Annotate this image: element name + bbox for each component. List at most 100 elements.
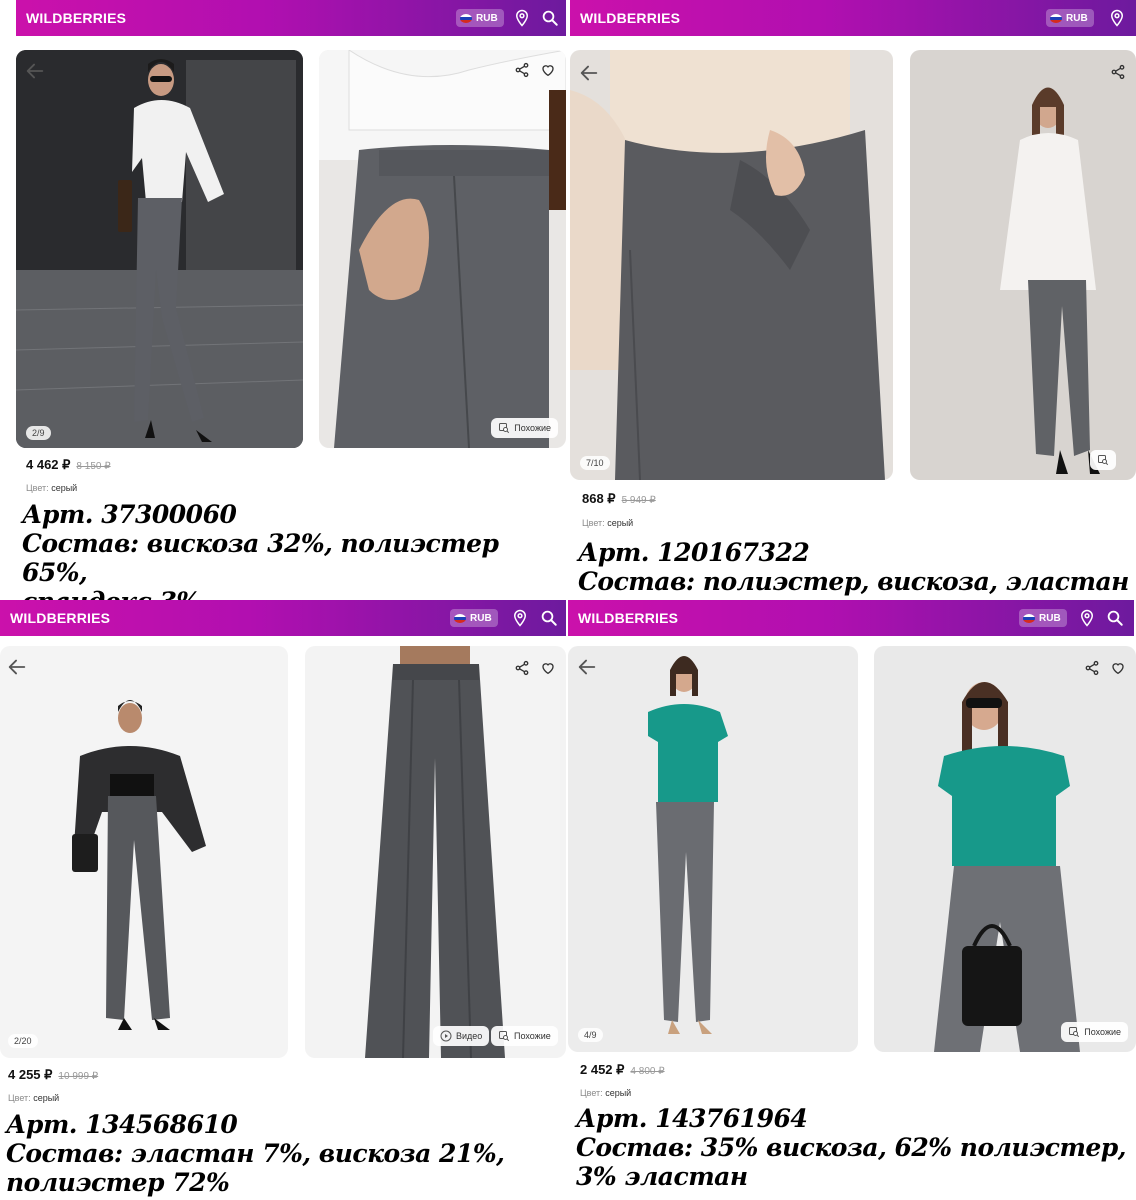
price: 4 255 ₽ 10 999 ₽	[8, 1067, 98, 1083]
model-studio-photo	[910, 50, 1136, 480]
heart-icon[interactable]	[540, 660, 556, 676]
similar-search-icon	[498, 1030, 510, 1042]
composition-line-2: спандекс 3%	[22, 587, 562, 600]
share-icon[interactable]	[514, 660, 530, 676]
similar-button[interactable]: Похожие	[491, 1026, 558, 1046]
product-card-1: WILDBERRIES RUB 2/9 Похожие 4 462 ₽ 8 15…	[0, 0, 566, 600]
model-street-photo	[16, 50, 303, 448]
product-card-2: WILDBERRIES RUB 7/10 868 ₽5 949 ₽ Цвет: …	[568, 0, 1136, 600]
product-photo-detail[interactable]: Похожие	[319, 50, 566, 448]
color-label: Цвет:	[26, 483, 49, 493]
composition-line-1: Состав: 35% вискоза, 62% полиэстер,	[576, 1133, 1126, 1162]
color-value: серый	[607, 518, 634, 528]
composition-line-2: 3% эластан	[576, 1162, 748, 1191]
composition-line-1: Состав: полиэстер, вискоза, эластан	[578, 567, 1129, 596]
photo-actions	[1084, 660, 1126, 676]
wildberries-logo[interactable]: WILDBERRIES	[26, 10, 126, 26]
currency-label: RUB	[470, 612, 492, 624]
location-pin-icon[interactable]	[513, 9, 531, 27]
product-card-3: WILDBERRIES RUB 2/20 Видео Похожие 4 255…	[0, 600, 566, 1200]
current-price: 868 ₽	[582, 491, 616, 506]
trousers-closeup-photo	[319, 50, 566, 448]
model-studio-photo	[568, 646, 858, 1052]
share-icon[interactable]	[1084, 660, 1100, 676]
similar-button[interactable]: Похожие	[491, 418, 558, 438]
old-price: 5 949 ₽	[621, 495, 656, 506]
price: 868 ₽ 5 949 ₽	[582, 491, 656, 507]
app-header: WILDBERRIES RUB	[568, 600, 1134, 636]
currency-selector[interactable]: RUB	[450, 609, 498, 627]
product-photo-detail[interactable]: 7/10	[570, 50, 893, 480]
gallery-counter: 2/20	[8, 1034, 38, 1048]
product-photo-main[interactable]: 2/9	[16, 50, 303, 448]
handwritten-note: Арт. 37300060 Состав: вискоза 32%, полиэ…	[22, 500, 562, 600]
location-pin-icon[interactable]	[1078, 609, 1096, 627]
current-price: 2 452 ₽	[580, 1062, 625, 1077]
color-info: Цвет: серый	[582, 518, 633, 528]
composition-line-1: Состав: эластан 7%, вискоза 21%,	[6, 1139, 505, 1168]
arrow-left-icon[interactable]	[578, 62, 600, 84]
search-icon[interactable]	[541, 9, 559, 27]
video-button[interactable]: Видео	[433, 1026, 490, 1046]
product-photo-main[interactable]: 4/9	[568, 646, 858, 1052]
article-number: Арт. 37300060	[22, 500, 237, 529]
handwritten-note: Арт. 120167322 Состав: полиэстер, вискоз…	[578, 538, 1134, 596]
product-card-4: WILDBERRIES RUB 4/9 Похожие 2 452 ₽ 4 80…	[568, 600, 1136, 1200]
currency-label: RUB	[476, 12, 498, 24]
similar-button[interactable]: Похожие	[1061, 1022, 1128, 1042]
current-price: 4 462 ₽	[26, 457, 71, 472]
similar-search-icon	[1097, 454, 1109, 466]
article-number: Арт. 120167322	[578, 538, 810, 567]
wildberries-logo[interactable]: WILDBERRIES	[578, 610, 678, 626]
product-photo-main[interactable]: 2/20	[0, 646, 288, 1058]
photo-actions	[1110, 64, 1126, 80]
wide-trousers-photo	[305, 646, 566, 1058]
color-value: серый	[51, 483, 78, 493]
share-icon[interactable]	[514, 62, 530, 78]
composition-line-1: Состав: вискоза 32%, полиэстер 65%,	[22, 529, 499, 587]
old-price: 10 999 ₽	[58, 1071, 99, 1082]
gallery-counter: 7/10	[580, 456, 610, 470]
product-photo-detail[interactable]: Видео Похожие	[305, 646, 566, 1058]
currency-label: RUB	[1039, 612, 1061, 624]
russia-flag-icon	[460, 13, 472, 23]
location-pin-icon[interactable]	[511, 609, 529, 627]
share-icon[interactable]	[1110, 64, 1126, 80]
heart-icon[interactable]	[540, 62, 556, 78]
currency-label: RUB	[1066, 12, 1088, 24]
color-value: серый	[605, 1088, 632, 1098]
video-label: Видео	[456, 1031, 483, 1041]
location-pin-icon[interactable]	[1108, 9, 1126, 27]
color-info: Цвет: серый	[8, 1093, 59, 1103]
old-price: 8 150 ₽	[76, 461, 111, 472]
heart-icon[interactable]	[1110, 660, 1126, 676]
wildberries-logo[interactable]: WILDBERRIES	[10, 610, 110, 626]
product-photo-main[interactable]	[910, 50, 1136, 480]
model-studio-photo	[0, 646, 288, 1058]
similar-label: Похожие	[1084, 1027, 1121, 1037]
photo-actions	[514, 62, 556, 78]
color-label: Цвет:	[582, 518, 605, 528]
current-price: 4 255 ₽	[8, 1067, 53, 1082]
similar-label: Похожие	[514, 423, 551, 433]
similar-search-icon	[1068, 1026, 1080, 1038]
arrow-left-icon[interactable]	[6, 656, 28, 678]
currency-selector[interactable]: RUB	[1046, 9, 1094, 27]
color-info: Цвет: серый	[580, 1088, 631, 1098]
currency-selector[interactable]: RUB	[1019, 609, 1067, 627]
currency-selector[interactable]: RUB	[456, 9, 504, 27]
trousers-closeup-photo	[570, 50, 893, 480]
wildberries-logo[interactable]: WILDBERRIES	[580, 10, 680, 26]
handwritten-note: Арт. 143761964 Состав: 35% вискоза, 62% …	[576, 1104, 1132, 1191]
search-icon[interactable]	[1106, 609, 1124, 627]
russia-flag-icon	[1023, 613, 1035, 623]
search-icon[interactable]	[540, 609, 558, 627]
app-header: WILDBERRIES RUB	[570, 0, 1136, 36]
handwritten-note: Арт. 134568610 Состав: эластан 7%, виско…	[6, 1110, 562, 1197]
similar-search-icon	[498, 422, 510, 434]
similar-button[interactable]	[1090, 450, 1116, 470]
gallery-counter: 4/9	[578, 1028, 603, 1042]
product-photo-detail[interactable]: Похожие	[874, 646, 1136, 1052]
arrow-left-icon[interactable]	[576, 656, 598, 678]
arrow-left-icon[interactable]	[24, 60, 46, 82]
